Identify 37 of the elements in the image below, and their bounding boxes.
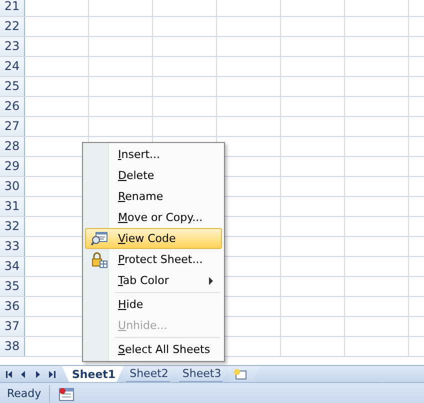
sheet-tab[interactable]: Sheet3 [172,366,230,382]
row-header[interactable]: 23 [0,37,25,56]
status-text: Ready [0,385,50,403]
row-header[interactable]: 31 [0,197,25,216]
menu-item[interactable]: View Code [85,228,222,249]
row-header[interactable]: 33 [0,237,25,256]
menu-item[interactable]: Hide [85,294,222,315]
menu-item[interactable]: Protect Sheet... [85,249,222,270]
row-header[interactable]: 35 [0,277,25,296]
row-header[interactable]: 32 [0,217,25,236]
row-header[interactable]: 28 [0,137,25,156]
row-header[interactable]: 29 [0,157,25,176]
row-header[interactable]: 21 [0,0,25,16]
row-header[interactable]: 34 [0,257,25,276]
code-window-icon [90,232,108,246]
row-header[interactable]: 38 [0,337,25,356]
menu-item[interactable]: Tab Color [85,270,222,291]
row-header[interactable]: 27 [0,117,25,136]
new-sheet-icon [233,368,248,380]
menu-item[interactable]: Insert... [85,144,222,165]
menu-item[interactable]: Delete [85,165,222,186]
row-header[interactable]: 25 [0,77,25,96]
menu-item[interactable]: Move or Copy... [85,207,222,228]
row-header[interactable]: 22 [0,17,25,36]
menu-item[interactable]: Select All Sheets [85,339,222,360]
row-header[interactable]: 36 [0,297,25,316]
row-header[interactable]: 30 [0,177,25,196]
row-header[interactable]: 37 [0,317,25,336]
sheet-tab[interactable]: Sheet2 [120,366,176,382]
lock-icon [90,252,108,268]
last-sheet-icon[interactable] [48,370,58,378]
row-header[interactable]: 24 [0,57,25,76]
sheet-tab[interactable]: Sheet1 [62,366,124,382]
first-sheet-icon[interactable] [4,370,14,378]
menu-item[interactable]: Rename [85,186,222,207]
row-header[interactable]: 26 [0,97,25,116]
record-macro-icon[interactable] [59,388,74,400]
